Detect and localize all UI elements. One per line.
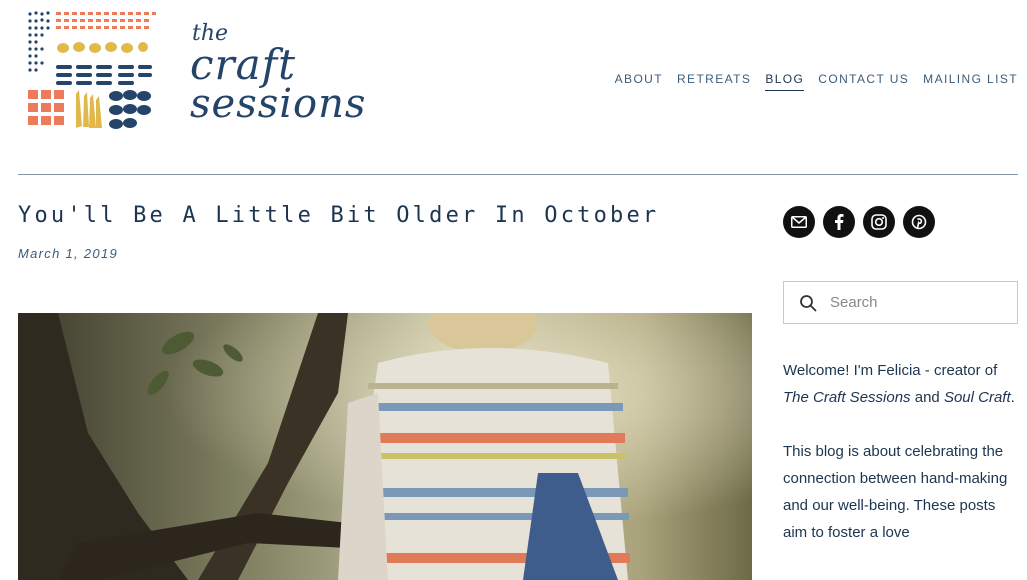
facebook-icon[interactable] bbox=[823, 206, 855, 238]
sidebar-about: Welcome! I'm Felicia - creator of The Cr… bbox=[783, 357, 1023, 573]
welcome-soul-craft: Soul Craft bbox=[943, 389, 1011, 406]
welcome-post: . bbox=[1010, 389, 1015, 406]
search-input[interactable] bbox=[830, 294, 1000, 311]
main-nav: ABOUT RETREATS BLOG CONTACT US MAILING L… bbox=[615, 72, 1018, 91]
search-icon[interactable] bbox=[798, 293, 818, 313]
post-title[interactable]: You'll Be A Little Bit Older In October bbox=[18, 203, 659, 228]
nav-blog[interactable]: BLOG bbox=[765, 72, 805, 91]
welcome-paragraph: Welcome! I'm Felicia - creator of The Cr… bbox=[783, 357, 1023, 411]
welcome-craft-sessions: The Craft Sessions bbox=[783, 389, 911, 406]
header-divider bbox=[18, 174, 1018, 175]
nav-retreats[interactable]: RETREATS bbox=[677, 72, 751, 91]
logo-brushstrokes bbox=[28, 11, 156, 129]
welcome-mid: and bbox=[910, 389, 944, 406]
instagram-icon[interactable] bbox=[863, 206, 895, 238]
search-box bbox=[783, 281, 1018, 324]
logo-wordmark: the craft sessions bbox=[190, 23, 367, 127]
welcome-pre: Welcome! I'm Felicia - creator of bbox=[783, 362, 998, 379]
logo-craft: craft bbox=[190, 39, 297, 89]
post-date: March 1, 2019 bbox=[18, 246, 119, 261]
logo-sessions: sessions bbox=[190, 80, 367, 127]
social-links bbox=[783, 206, 935, 238]
about-paragraph: This blog is about celebrating the conne… bbox=[783, 443, 1008, 541]
site-logo[interactable]: the craft sessions bbox=[26, 10, 365, 134]
nav-mailing-list[interactable]: MAILING LIST bbox=[923, 72, 1018, 91]
pinterest-icon[interactable] bbox=[903, 206, 935, 238]
nav-contact-us[interactable]: CONTACT US bbox=[818, 72, 909, 91]
email-icon[interactable] bbox=[783, 206, 815, 238]
post-hero-image bbox=[18, 313, 752, 580]
nav-about[interactable]: ABOUT bbox=[615, 72, 663, 91]
